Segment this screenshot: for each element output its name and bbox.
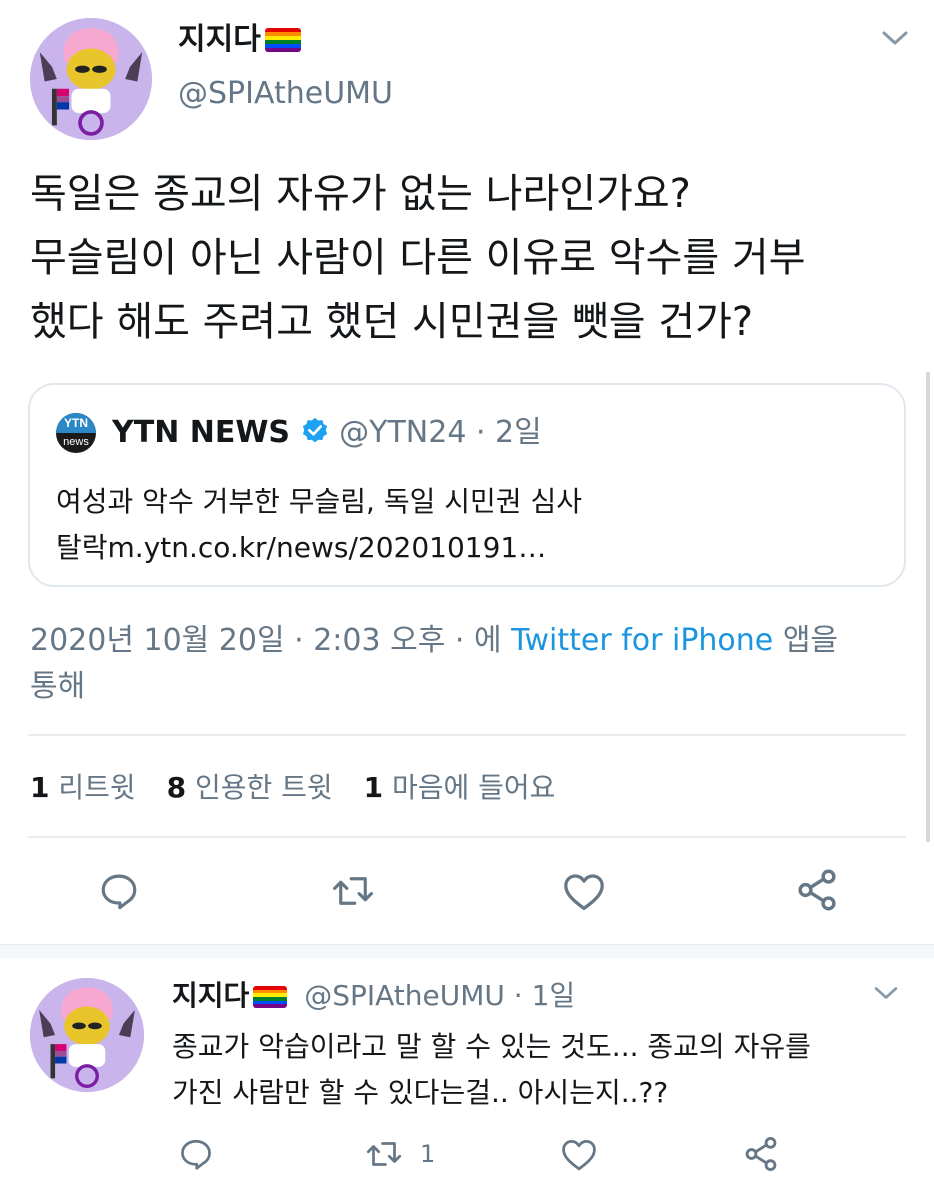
section-divider [0,944,934,958]
reply-text: 종교가 악습이라고 말 할 수 있는 것도... 종교의 자유를 가진 사람만 … [172,1030,811,1109]
share-icon[interactable] [794,866,840,914]
tweet-text-line: 독일은 종교의 자유가 없는 나라인가요? [30,171,691,217]
scrollbar[interactable] [926,372,930,842]
reply-icon[interactable] [178,1136,214,1172]
chevron-down-icon[interactable] [880,28,910,48]
reply-display-name[interactable]: 지지다 [172,979,249,1012]
quoted-handle: @YTN24 [339,415,467,450]
tweet-timestamp: 2020년 10월 20일 · 2:03 오후 · 에 Twitter for … [30,623,839,704]
quoted-author: YTN NEWS @YTN24 · 2일 [112,415,542,450]
tweet-text-line: 무슬림이 아닌 사람이 다른 이유로 악수를 거부 [30,235,806,281]
reply-time[interactable]: 1일 [532,979,576,1012]
retweet-count-link[interactable]: 1 리트윗 [30,771,136,804]
ytn-logo: YTN news [56,413,96,453]
quote-count-link[interactable]: 8 인용한 트윗 [167,771,333,804]
divider [28,734,906,736]
tweet-text-line: 했다 해도 주려고 했던 시민권을 뺏을 건가? [30,299,754,345]
quoted-tweet-card[interactable]: YTN news YTN NEWS @YTN24 · 2일 여성과 악수 거부한… [28,383,906,587]
divider [28,836,906,838]
retweet-icon[interactable] [330,870,376,912]
verified-badge-icon [300,416,330,446]
author-avatar[interactable] [30,18,152,140]
source-link[interactable]: Twitter for iPhone [511,623,773,658]
like-count-link[interactable]: 1 마음에 들어요 [364,771,556,804]
like-icon[interactable] [560,1138,598,1172]
author-handle[interactable]: @SPIAtheUMU [178,76,393,112]
retweet-icon[interactable] [364,1136,404,1172]
tweet-text: 독일은 종교의 자유가 없는 나라인가요? 무슬림이 아닌 사람이 다른 이유로… [30,162,806,354]
tweet-stats: 1 리트윗 8 인용한 트윗 1 마음에 들어요 [30,768,555,808]
author-display-name[interactable]: 지지다 [178,22,301,58]
reply-header: 지지다 @SPIAtheUMU · 1일 [172,979,576,1012]
reply-icon[interactable] [98,870,140,912]
like-icon[interactable] [562,872,606,912]
reply-retweet-count: 1 [420,1140,436,1168]
reply-author-avatar[interactable] [30,978,144,1092]
share-icon[interactable] [742,1134,780,1174]
quoted-time: 2일 [495,415,542,450]
rainbow-flag-icon [253,986,288,1008]
reply-handle[interactable]: @SPIAtheUMU [304,979,505,1012]
quoted-text: 여성과 악수 거부한 무슬림, 독일 시민권 심사 탈락m.ytn.co.kr/… [56,485,582,564]
chevron-down-icon[interactable] [872,984,900,1002]
quoted-display-name: YTN NEWS [112,415,291,450]
rainbow-flag-icon [264,28,301,52]
